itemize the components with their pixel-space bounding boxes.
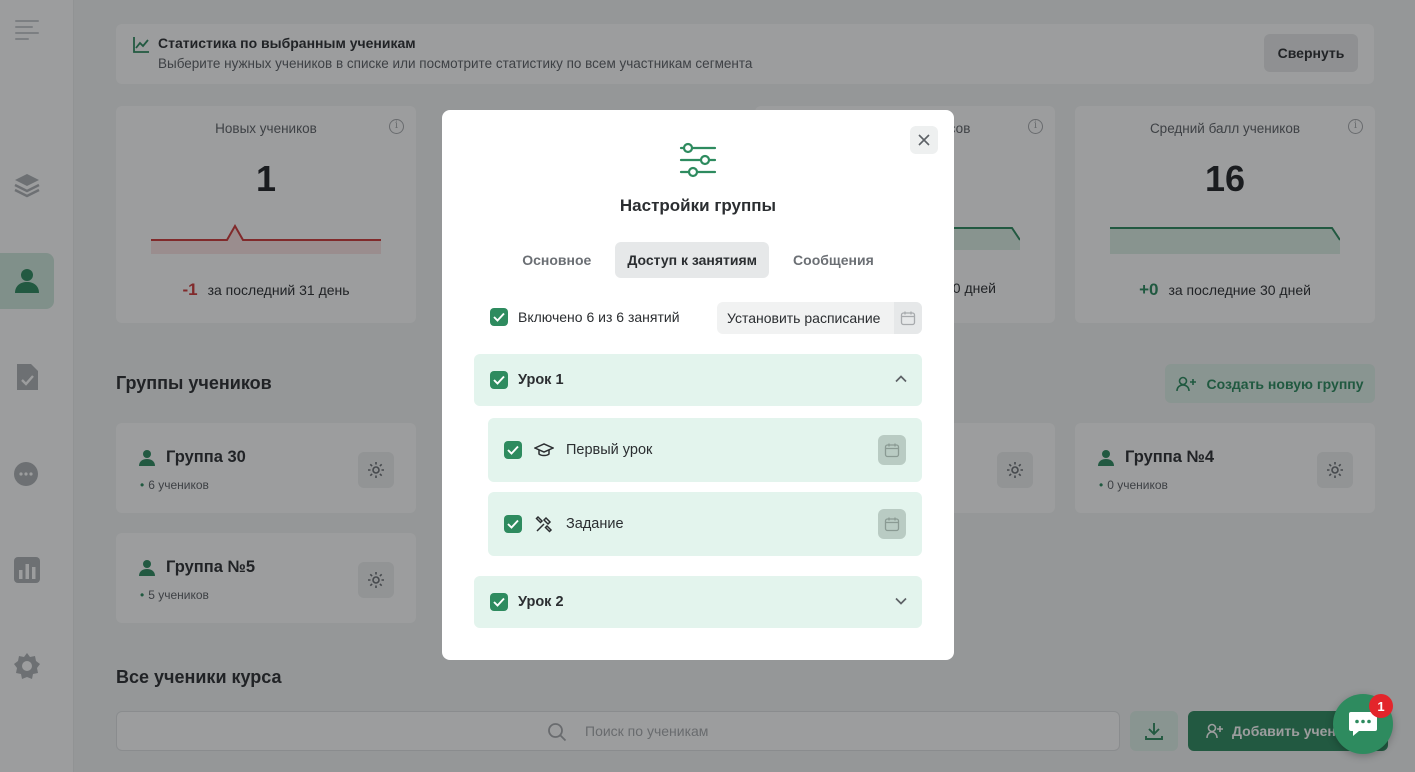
item-schedule-button[interactable] (878, 509, 906, 539)
close-icon (918, 134, 930, 146)
check-icon (507, 445, 519, 455)
checkbox-all[interactable] (490, 308, 508, 326)
enabled-all-toggle[interactable]: Включено 6 из 6 занятий (490, 308, 680, 326)
set-schedule-button[interactable]: Установить расписание (717, 302, 922, 334)
lesson-checkbox[interactable] (490, 371, 508, 389)
lesson-checkbox[interactable] (490, 593, 508, 611)
modal-title: Настройки группы (619, 196, 777, 215)
check-icon (507, 519, 519, 529)
tab-general[interactable]: Основное (510, 242, 603, 278)
lesson-title: Урок 1 (518, 372, 564, 388)
calendar-icon (894, 302, 922, 334)
check-icon (493, 375, 505, 385)
modal-tabs: Основное Доступ к занятиям Сообщения (442, 242, 954, 278)
group-settings-modal: Настройки группы Основное Доступ к занят… (442, 110, 954, 660)
lesson-item-title: Первый урок (566, 442, 653, 458)
chevron-up-icon[interactable] (894, 372, 908, 386)
close-button[interactable] (910, 126, 938, 154)
set-schedule-label: Установить расписание (727, 310, 881, 326)
lesson-item-row[interactable]: Задание (488, 492, 922, 556)
sliders-icon (679, 142, 717, 178)
tools-icon (535, 515, 553, 533)
lesson-title: Урок 2 (518, 594, 564, 610)
chat-notification-badge: 1 (1369, 694, 1393, 718)
tab-messages[interactable]: Сообщения (781, 242, 886, 278)
lesson-row[interactable]: Урок 1 (474, 354, 922, 406)
chevron-down-icon[interactable] (894, 594, 908, 608)
calendar-icon (884, 517, 900, 532)
graduation-cap-icon (534, 443, 554, 457)
calendar-icon (884, 443, 900, 458)
enabled-count-text: Включено 6 из 6 занятий (518, 309, 680, 325)
lesson-item-title: Задание (566, 516, 624, 532)
check-icon (493, 312, 505, 322)
lesson-item-checkbox[interactable] (504, 515, 522, 533)
lesson-item-checkbox[interactable] (504, 441, 522, 459)
lesson-item-row[interactable]: Первый урок (488, 418, 922, 482)
tab-lesson-access[interactable]: Доступ к занятиям (615, 242, 770, 278)
item-schedule-button[interactable] (878, 435, 906, 465)
lesson-row[interactable]: Урок 2 (474, 576, 922, 628)
check-icon (493, 597, 505, 607)
